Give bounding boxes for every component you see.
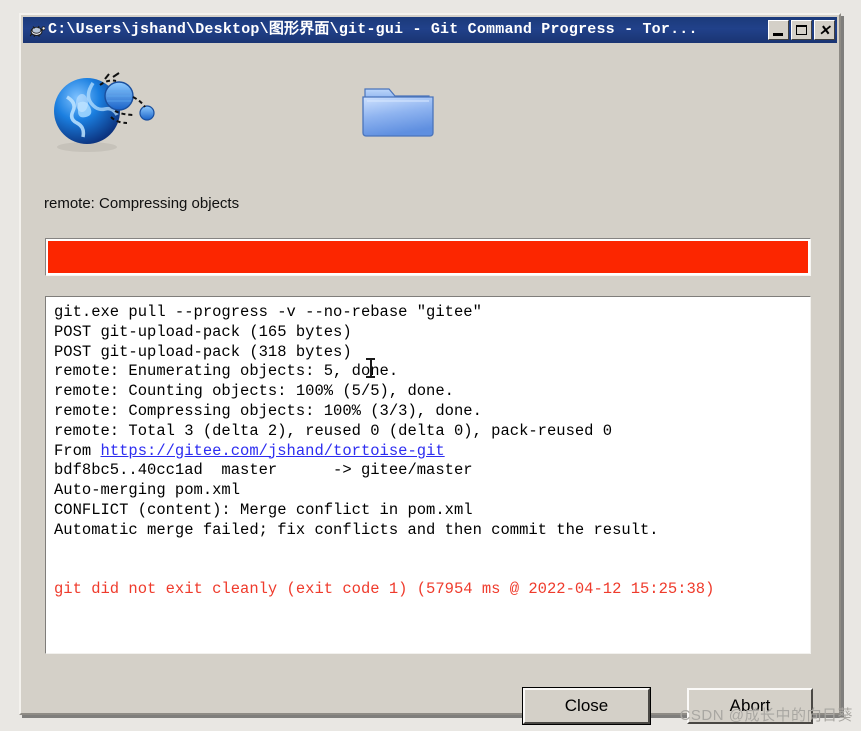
console-line: Automatic merge failed; fix conflicts an… [54, 520, 659, 539]
close-icon[interactable]: ✕ [814, 20, 835, 40]
progress-bar [45, 238, 811, 276]
screen: C:\Users\jshand\Desktop\图形界面\git-gui - G… [0, 0, 861, 731]
console-line: From https://gitee.com/jshand/tortoise-g… [54, 441, 445, 460]
console-output[interactable]: git.exe pull --progress -v --no-rebase "… [45, 296, 811, 654]
network-globe-icon [45, 63, 165, 163]
transfer-animation-row [23, 51, 837, 166]
console-line: remote: Enumerating objects: 5, done. [54, 362, 399, 381]
console-line: POST git-upload-pack (165 bytes) [54, 322, 352, 341]
console-line: remote: Compressing objects: 100% (3/3),… [54, 401, 482, 420]
status-label: remote: Compressing objects [44, 195, 240, 212]
watermark: CSDN @成长中的向日葵 [679, 707, 853, 724]
console-line: Auto-merging pom.xml [54, 481, 241, 500]
console-line: bdf8bc5..40cc1ad master -> gitee/master [54, 461, 473, 480]
tortoise-git-icon [27, 21, 46, 39]
close-glyph: ✕ [818, 22, 831, 38]
console-line: remote: Counting objects: 100% (5/5), do… [54, 382, 454, 401]
minimize-button[interactable] [768, 20, 789, 40]
console-line: git did not exit cleanly (exit code 1) (… [54, 580, 715, 599]
title-bar-buttons: ✕ [768, 20, 835, 40]
console-line: remote: Total 3 (delta 2), reused 0 (del… [54, 421, 613, 440]
window-title: C:\Users\jshand\Desktop\图形界面\git-gui - G… [48, 21, 698, 38]
remote-url-link[interactable]: https://gitee.com/jshand/tortoise-git [101, 442, 445, 460]
progress-bar-fill [48, 241, 808, 273]
maximize-button[interactable] [791, 20, 812, 40]
console-line: git.exe pull --progress -v --no-rebase "… [54, 303, 482, 321]
close-button[interactable]: Close [522, 687, 651, 725]
client-area: remote: Compressing objects git.exe pull… [23, 43, 837, 725]
console-line: POST git-upload-pack (318 bytes) [54, 342, 352, 361]
console-lines: git.exe pull --progress -v --no-rebase "… [54, 303, 802, 600]
open-folder-icon [355, 71, 445, 151]
title-bar[interactable]: C:\Users\jshand\Desktop\图形界面\git-gui - G… [23, 17, 837, 43]
git-command-progress-window: C:\Users\jshand\Desktop\图形界面\git-gui - G… [19, 13, 841, 725]
console-line: CONFLICT (content): Merge conflict in po… [54, 500, 473, 519]
